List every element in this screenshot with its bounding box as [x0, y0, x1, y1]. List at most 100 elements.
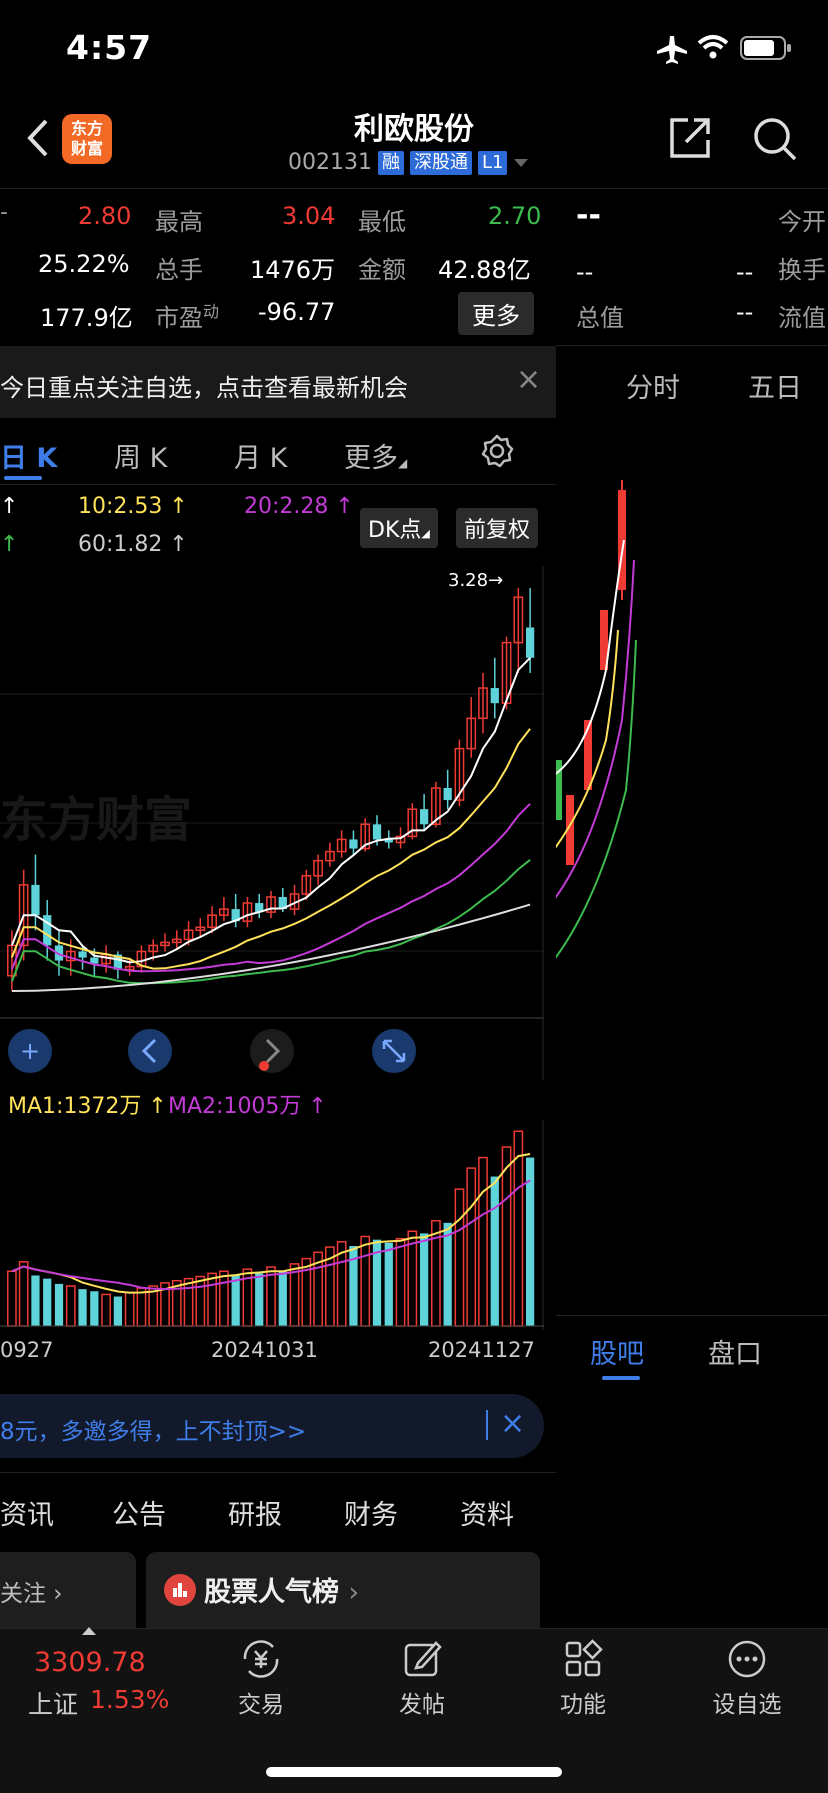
volume-bar [78, 1289, 87, 1326]
tab-research[interactable]: 研报 [228, 1493, 282, 1532]
vol-ma1: MA1:1372万 ↑ [8, 1094, 167, 1119]
tab-five-day[interactable]: 五日 [748, 366, 802, 405]
candlestick-chart[interactable]: 东方财富 3.28→ + [0, 566, 544, 1080]
volume-bar [113, 1296, 123, 1326]
wifi-icon [697, 34, 729, 64]
volume-bar [501, 1146, 512, 1327]
volume-bar [124, 1291, 135, 1327]
tab-underline [4, 476, 42, 480]
index-name: 上证 [28, 1690, 79, 1719]
volume-bar [478, 1156, 488, 1327]
price-dash: -- [576, 198, 601, 233]
volume-bar [183, 1277, 194, 1327]
amount-value: 42.88亿 [438, 256, 531, 284]
trade-icon [243, 1640, 279, 1678]
pe-label-text: 市盈 [155, 304, 203, 332]
stock-code-row[interactable]: 002131 融 深股通 L1 [288, 150, 529, 175]
volume-bar [65, 1285, 76, 1327]
promo-text: 8元，多邀多得，上不封顶>> [0, 1419, 307, 1445]
tab-month-k[interactable]: 月 K [234, 436, 287, 475]
expand-button[interactable] [372, 1029, 416, 1073]
volume-bar [490, 1176, 499, 1326]
volume-bar [384, 1242, 393, 1326]
scroll-right-button[interactable] [250, 1029, 294, 1073]
nav-functions[interactable]: 功能 [528, 1637, 638, 1719]
section-tabs: 资讯 公告 研报 财务 资料 [0, 1472, 556, 1545]
volume-chart[interactable] [0, 1120, 544, 1330]
status-time: 4:57 [66, 28, 153, 67]
divider [556, 1315, 828, 1316]
tab-more[interactable]: 更多◢ [344, 436, 407, 475]
volume-bar [443, 1222, 452, 1326]
tag-margin: 融 [377, 150, 404, 175]
divider [486, 1410, 488, 1440]
volume-bar [466, 1167, 477, 1327]
pe-label: 市盈动 [155, 298, 219, 333]
volume-bar [219, 1270, 229, 1327]
index-value[interactable]: 3309.78 [34, 1647, 146, 1678]
dash-3: -- [736, 298, 754, 326]
more-button[interactable]: 更多 [458, 292, 534, 335]
scroll-left-button[interactable] [128, 1029, 172, 1073]
tab-more-label: 更多 [344, 443, 398, 474]
volume-bar [207, 1272, 217, 1327]
volume-bar [278, 1271, 287, 1326]
amount-label: 金额 [358, 256, 406, 284]
pe-value: -96.77 [258, 298, 336, 326]
low-value: 2.70 [488, 202, 542, 230]
tab-pankou[interactable]: 盘口 [708, 1332, 762, 1371]
candle [443, 787, 452, 801]
red-dot [259, 1061, 269, 1071]
settings-gear-icon[interactable] [480, 434, 514, 472]
nav-functions-label: 功能 [560, 1692, 606, 1718]
tab-week-k[interactable]: 周 K [114, 436, 167, 475]
high-value: 3.04 [282, 202, 336, 230]
tab-profile[interactable]: 资料 [460, 1493, 514, 1532]
card-popularity[interactable]: 股票人气榜 › [146, 1552, 540, 1632]
notice-banner[interactable]: 今日重点关注自选，点击查看最新机会 × [0, 346, 556, 418]
tab-finance[interactable]: 财务 [344, 1493, 398, 1532]
dk-point-button[interactable]: DK点◢ [360, 508, 438, 548]
volume-value: 1476万 [250, 256, 336, 284]
volume-bar [231, 1275, 240, 1326]
tab-guba[interactable]: 股吧 [590, 1332, 644, 1371]
share-icon[interactable] [668, 116, 712, 164]
promo-banner[interactable]: 8元，多邀多得，上不封顶>> × [0, 1394, 544, 1458]
nav-trade[interactable]: 交易 [206, 1637, 316, 1719]
current-price: 2.80 [78, 202, 132, 230]
minus-icon: + [20, 1037, 40, 1065]
home-indicator [266, 1767, 562, 1777]
adjust-button[interactable]: 前复权 [456, 508, 539, 548]
zoom-out-button[interactable]: + [8, 1029, 52, 1073]
volume-bar [255, 1273, 264, 1326]
card-popularity-label: 股票人气榜 [204, 1577, 339, 1608]
tab-news[interactable]: 资讯 [0, 1493, 54, 1532]
close-icon[interactable]: × [500, 1406, 525, 1441]
card-left-title: 关注 › [0, 1581, 63, 1607]
chart-tabs: 日 K 周 K 月 K 更多◢ [0, 418, 556, 485]
watermark: 东方财富 [0, 792, 192, 848]
tab-announcements[interactable]: 公告 [112, 1493, 166, 1532]
ma-legend: ↑ 10:2.53 ↑ 20:2.28 ↑ ↑ 60:1.82 ↑ DK点◢ 前… [0, 488, 556, 568]
close-icon[interactable]: × [516, 362, 541, 397]
nav-post[interactable]: 发帖 [367, 1637, 477, 1719]
change-pct: 25.22% [38, 250, 130, 278]
today-open-label: 今开 [778, 208, 826, 236]
market-cap: 177.9亿 [40, 304, 133, 332]
low-label: 最低 [358, 208, 406, 236]
header: 东方财富 利欧股份 002131 融 深股通 L1 [0, 88, 828, 189]
more-dots-icon [728, 1640, 766, 1678]
volume-bar [419, 1233, 429, 1326]
volume-bar [195, 1275, 206, 1327]
volume-ma-lines [11, 1153, 531, 1294]
search-icon[interactable] [752, 116, 798, 166]
nav-post-label: 发帖 [399, 1692, 445, 1718]
card-left[interactable]: 关注 › [0, 1552, 136, 1632]
vol-ma1-line [11, 1153, 531, 1294]
volume-label: 总手 [155, 256, 203, 284]
nav-add-watchlist[interactable]: 设自选 [692, 1637, 802, 1719]
candle [78, 951, 87, 958]
tab-more-arrow-icon: ◢ [398, 456, 408, 470]
tab-day-k[interactable]: 日 K [0, 436, 57, 475]
airplane-icon [655, 34, 689, 68]
